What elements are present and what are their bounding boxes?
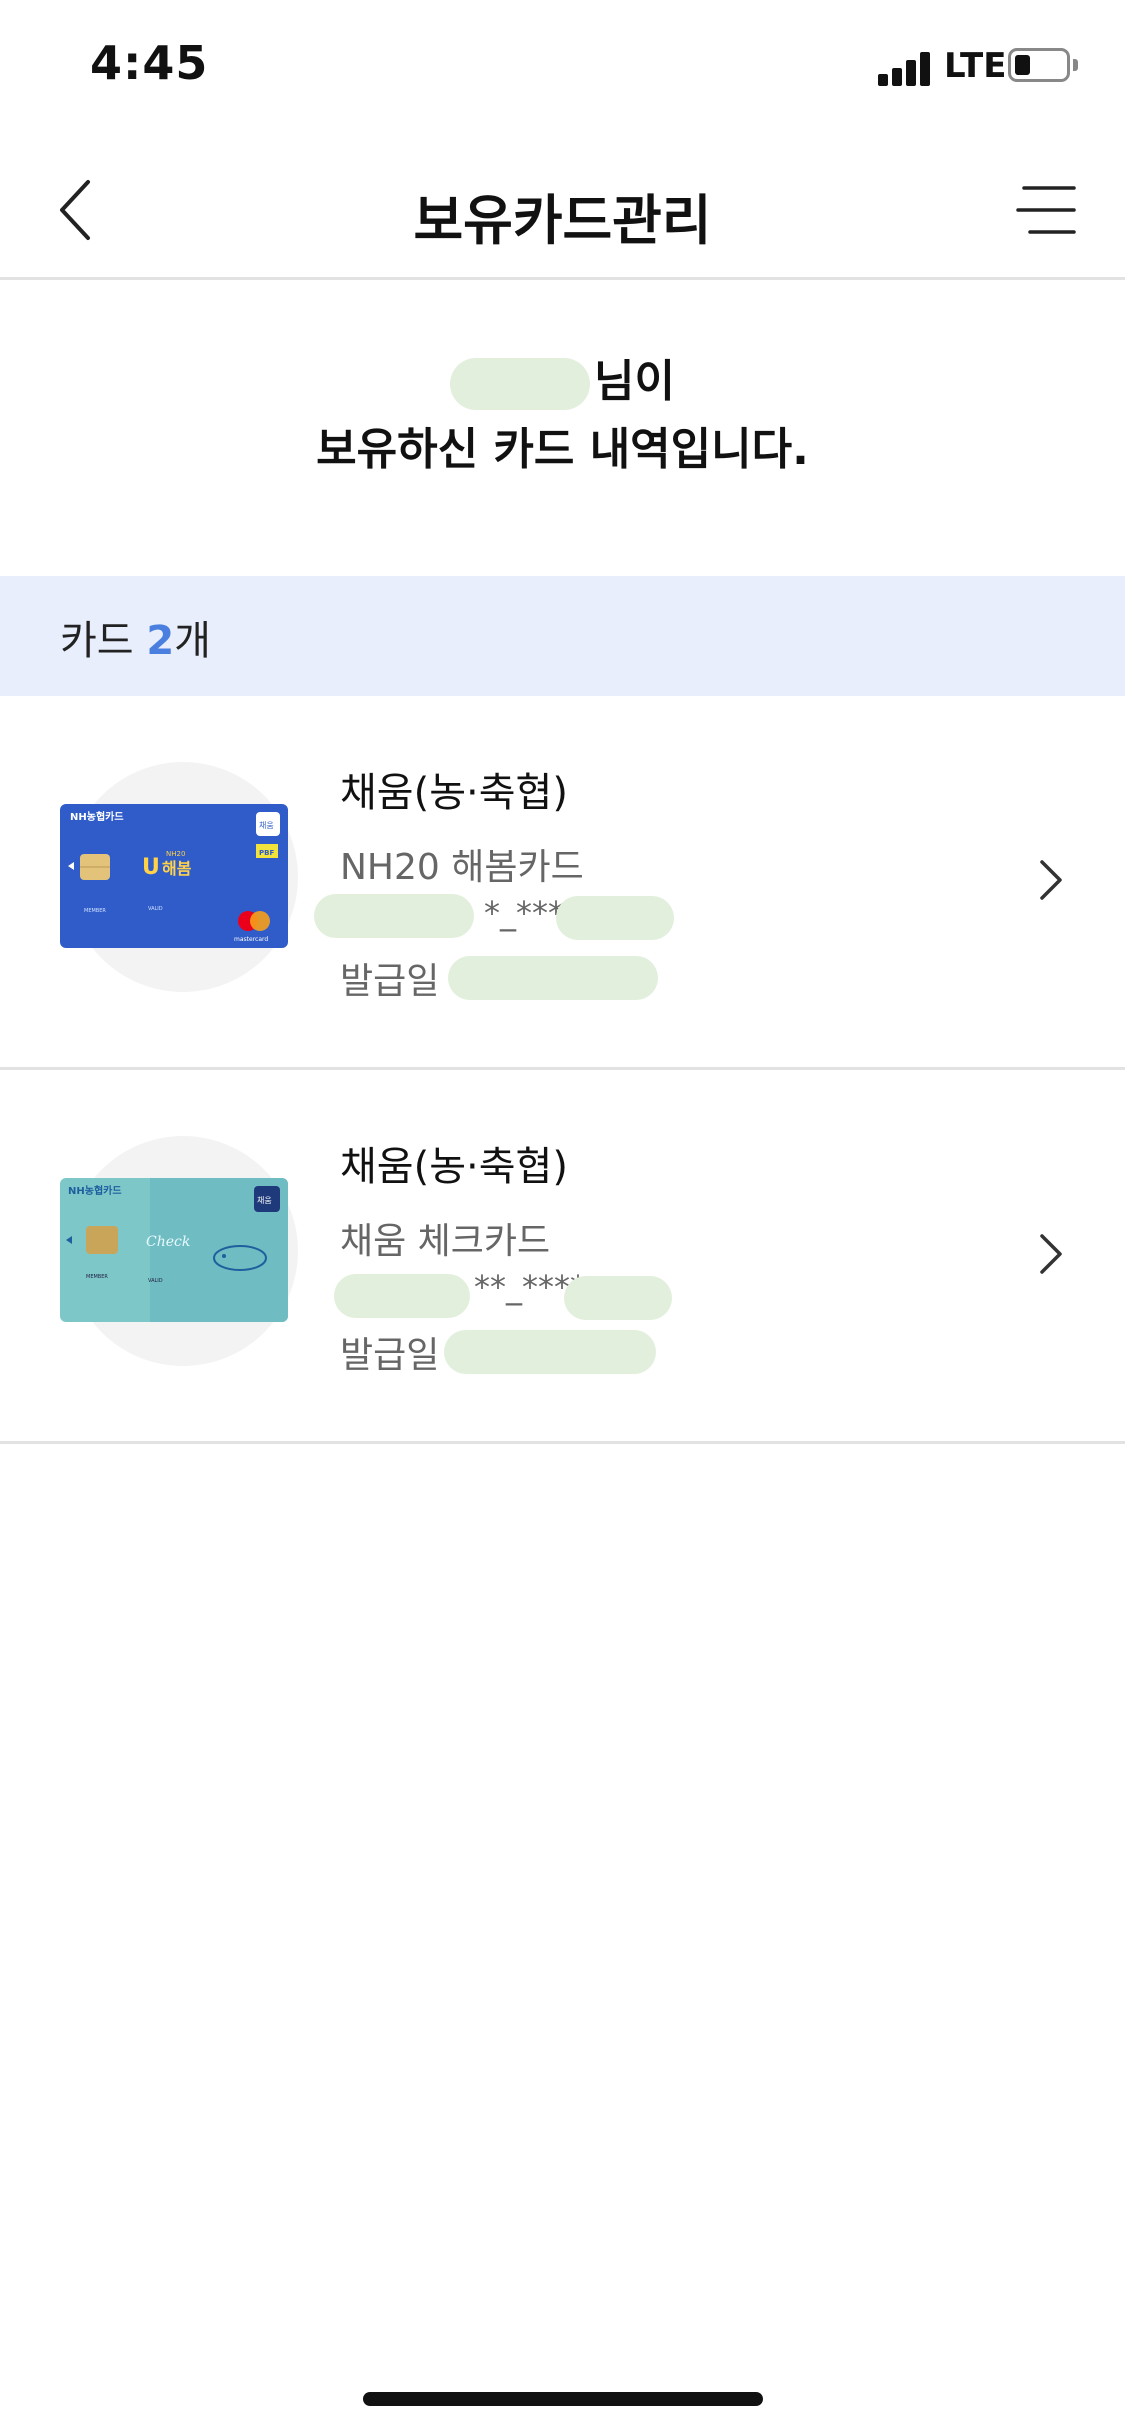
card-count: 카드 2개 <box>60 608 211 666</box>
svg-text:mastercard: mastercard <box>234 936 268 943</box>
svg-text:NH20: NH20 <box>166 850 185 858</box>
svg-text:MEMBER: MEMBER <box>86 1274 108 1280</box>
svg-text:NH농협카드: NH농협카드 <box>68 1184 122 1197</box>
page-title: 보유카드관리 <box>413 189 712 252</box>
status-bar: 4:45 LTE <box>0 0 1125 140</box>
card-number-redacted <box>556 896 674 940</box>
status-time: 4:45 <box>90 36 209 90</box>
svg-text:VALID: VALID <box>148 906 163 912</box>
hamburger-menu-icon <box>1016 186 1076 234</box>
battery-icon <box>1008 48 1070 82</box>
greeting-message: 보유하신 카드 내역입니다. <box>316 424 809 475</box>
home-indicator[interactable] <box>363 2392 763 2406</box>
svg-text:채움: 채움 <box>257 1195 272 1205</box>
card-product-name: NH20 해봄카드 <box>340 847 584 888</box>
card-issuer: 채움(농·축협) <box>340 770 568 816</box>
card-number-redacted <box>314 894 474 938</box>
battery-cap <box>1073 59 1078 71</box>
card-number-redacted <box>334 1274 470 1318</box>
nav-bar: 보유카드관리 <box>0 140 1125 280</box>
card-issuer: 채움(농·축협) <box>340 1144 568 1190</box>
signal-icon <box>878 50 934 86</box>
card-count-label: 카드 <box>60 618 134 664</box>
svg-text:MEMBER: MEMBER <box>84 908 106 914</box>
card-count-number: 2 <box>146 618 175 664</box>
svg-text:VALID: VALID <box>148 1278 163 1284</box>
card-product-name: 채움 체크카드 <box>340 1221 551 1262</box>
greeting: 님이 보유하신 카드 내역입니다. <box>0 348 1125 484</box>
svg-text:PBF: PBF <box>259 849 274 857</box>
svg-text:채움: 채움 <box>259 820 274 830</box>
svg-text:NH농협카드: NH농협카드 <box>70 810 124 823</box>
card-list-item[interactable]: NH농협카드 채움 Check MEMBER VALID 채움(농·축협) 채움… <box>0 1070 1125 1444</box>
card-number-redacted <box>564 1276 672 1320</box>
svg-text:Check: Check <box>146 1234 190 1250</box>
svg-text:U: U <box>142 855 160 880</box>
card-count-unit: 개 <box>174 618 211 664</box>
chevron-right-icon <box>1040 1234 1062 1274</box>
card-issue-date-redacted <box>444 1330 656 1374</box>
svg-text:해봄: 해봄 <box>162 859 192 878</box>
card-issue-date-redacted <box>448 956 658 1000</box>
card-image-check: NH농협카드 채움 Check MEMBER VALID <box>60 1178 288 1322</box>
chevron-right-icon <box>1040 860 1062 900</box>
greeting-suffix: 님이 <box>594 356 675 407</box>
network-label: LTE <box>944 46 1007 86</box>
card-list-item[interactable]: NH농협카드 채움 U NH20 해봄 PBF MEMBER VALID mas… <box>0 696 1125 1070</box>
user-name-redacted <box>450 358 591 410</box>
card-issue-date-label: 발급일 : <box>340 961 463 1002</box>
card-count-band: 카드 2개 <box>0 576 1125 696</box>
card-image-nh20: NH농협카드 채움 U NH20 해봄 PBF MEMBER VALID mas… <box>60 804 288 948</box>
menu-button[interactable] <box>1016 180 1082 240</box>
